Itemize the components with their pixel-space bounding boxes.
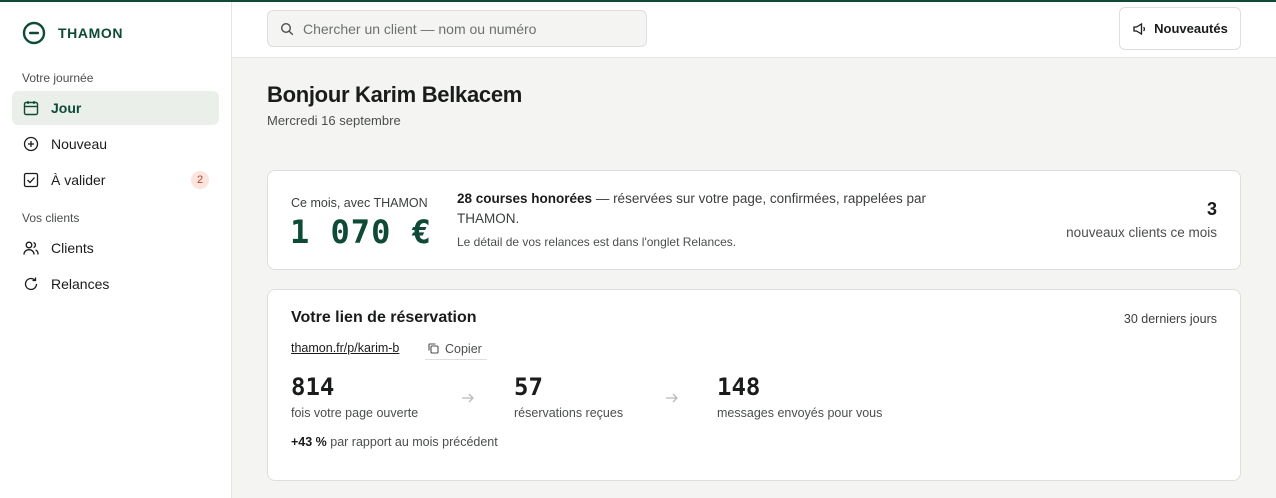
page-title: Bonjour Karim Belkacem — [267, 82, 523, 107]
plus-circle-icon — [23, 136, 39, 152]
stat-value: 814 — [291, 373, 335, 401]
month-amount: 1 070 € — [290, 213, 432, 251]
stat-label: messages envoyés pour vous — [717, 406, 883, 420]
sidebar-item-label: Clients — [51, 240, 94, 256]
booking-link-url[interactable]: thamon.fr/p/karim-b — [291, 341, 399, 355]
sidebar-item-clients[interactable]: Clients — [12, 231, 219, 265]
brand-logo-icon — [22, 21, 46, 45]
copy-icon — [428, 343, 439, 354]
sidebar-item-relances[interactable]: Relances — [12, 267, 219, 301]
stat-value: 57 — [514, 373, 543, 401]
month-note: Le détail de vos relances est dans l'ong… — [457, 235, 737, 249]
calendar-icon — [23, 101, 39, 116]
sidebar-item-label: À valider — [51, 172, 106, 188]
search-bar[interactable] — [267, 10, 647, 47]
stat-label: réservations reçues — [514, 406, 624, 420]
monthly-summary-card: Ce mois, avec THAMON 1 070 € 28 courses … — [267, 170, 1241, 270]
copy-link-button[interactable]: Copier — [425, 338, 487, 360]
megaphone-icon — [1133, 22, 1146, 35]
booking-link-card: Votre lien de réservation 30 derniers jo… — [267, 289, 1241, 481]
copy-button-label: Copier — [445, 341, 482, 356]
news-button-label: Nouveautés — [1154, 21, 1228, 36]
sidebar-item-jour[interactable]: Jour — [12, 91, 219, 125]
users-icon — [23, 241, 39, 255]
arrow-right-icon — [666, 393, 678, 403]
topbar: Nouveautés — [232, 2, 1276, 58]
month-description: 28 courses honorées — réservées sur votr… — [457, 189, 937, 229]
pending-count-badge: 2 — [191, 171, 209, 189]
trend-value: +43 % — [291, 435, 327, 449]
trend-label: par rapport au mois précédent — [326, 435, 498, 449]
period-label: 30 derniers jours — [1123, 312, 1217, 326]
stat-label: fois votre page ouverte — [291, 406, 419, 420]
month-highlight: 28 courses honorées — [457, 191, 593, 206]
sidebar-item-label: Jour — [51, 100, 82, 116]
brand-name: THAMON — [58, 25, 124, 41]
month-label: Ce mois, avec THAMON — [291, 196, 428, 210]
stat-reservations: 57 réservations reçues — [514, 373, 623, 420]
brand[interactable]: THAMON — [22, 21, 123, 45]
trend-summary: +43 % par rapport au mois précédent — [291, 435, 498, 449]
sidebar-item-label: Nouveau — [51, 136, 108, 152]
booking-link-title: Votre lien de réservation — [291, 309, 477, 326]
new-clients-label: nouveaux clients ce mois — [1066, 225, 1217, 240]
section-label-journee: Votre journée — [22, 71, 94, 85]
news-button[interactable]: Nouveautés — [1119, 7, 1241, 50]
arrow-right-icon — [462, 393, 474, 403]
sidebar-item-nouveau[interactable]: Nouveau — [12, 127, 219, 161]
section-label-clients: Vos clients — [22, 211, 80, 225]
sidebar: THAMON Votre journée Jour Nouveau À vali… — [0, 2, 232, 498]
search-icon — [280, 22, 294, 35]
sidebar-item-label: Relances — [51, 276, 110, 292]
checkbox-icon — [23, 172, 39, 188]
stat-value: 148 — [717, 373, 761, 401]
sidebar-item-a-valider[interactable]: À valider 2 — [12, 163, 219, 197]
refresh-icon — [24, 277, 38, 291]
current-date: Mercredi 16 septembre — [267, 113, 401, 128]
stat-messages: 148 messages envoyés pour vous — [717, 373, 882, 420]
search-input[interactable] — [303, 20, 643, 37]
stat-page-views: 814 fois votre page ouverte — [291, 373, 418, 420]
new-clients-count: 3 — [1206, 199, 1217, 219]
